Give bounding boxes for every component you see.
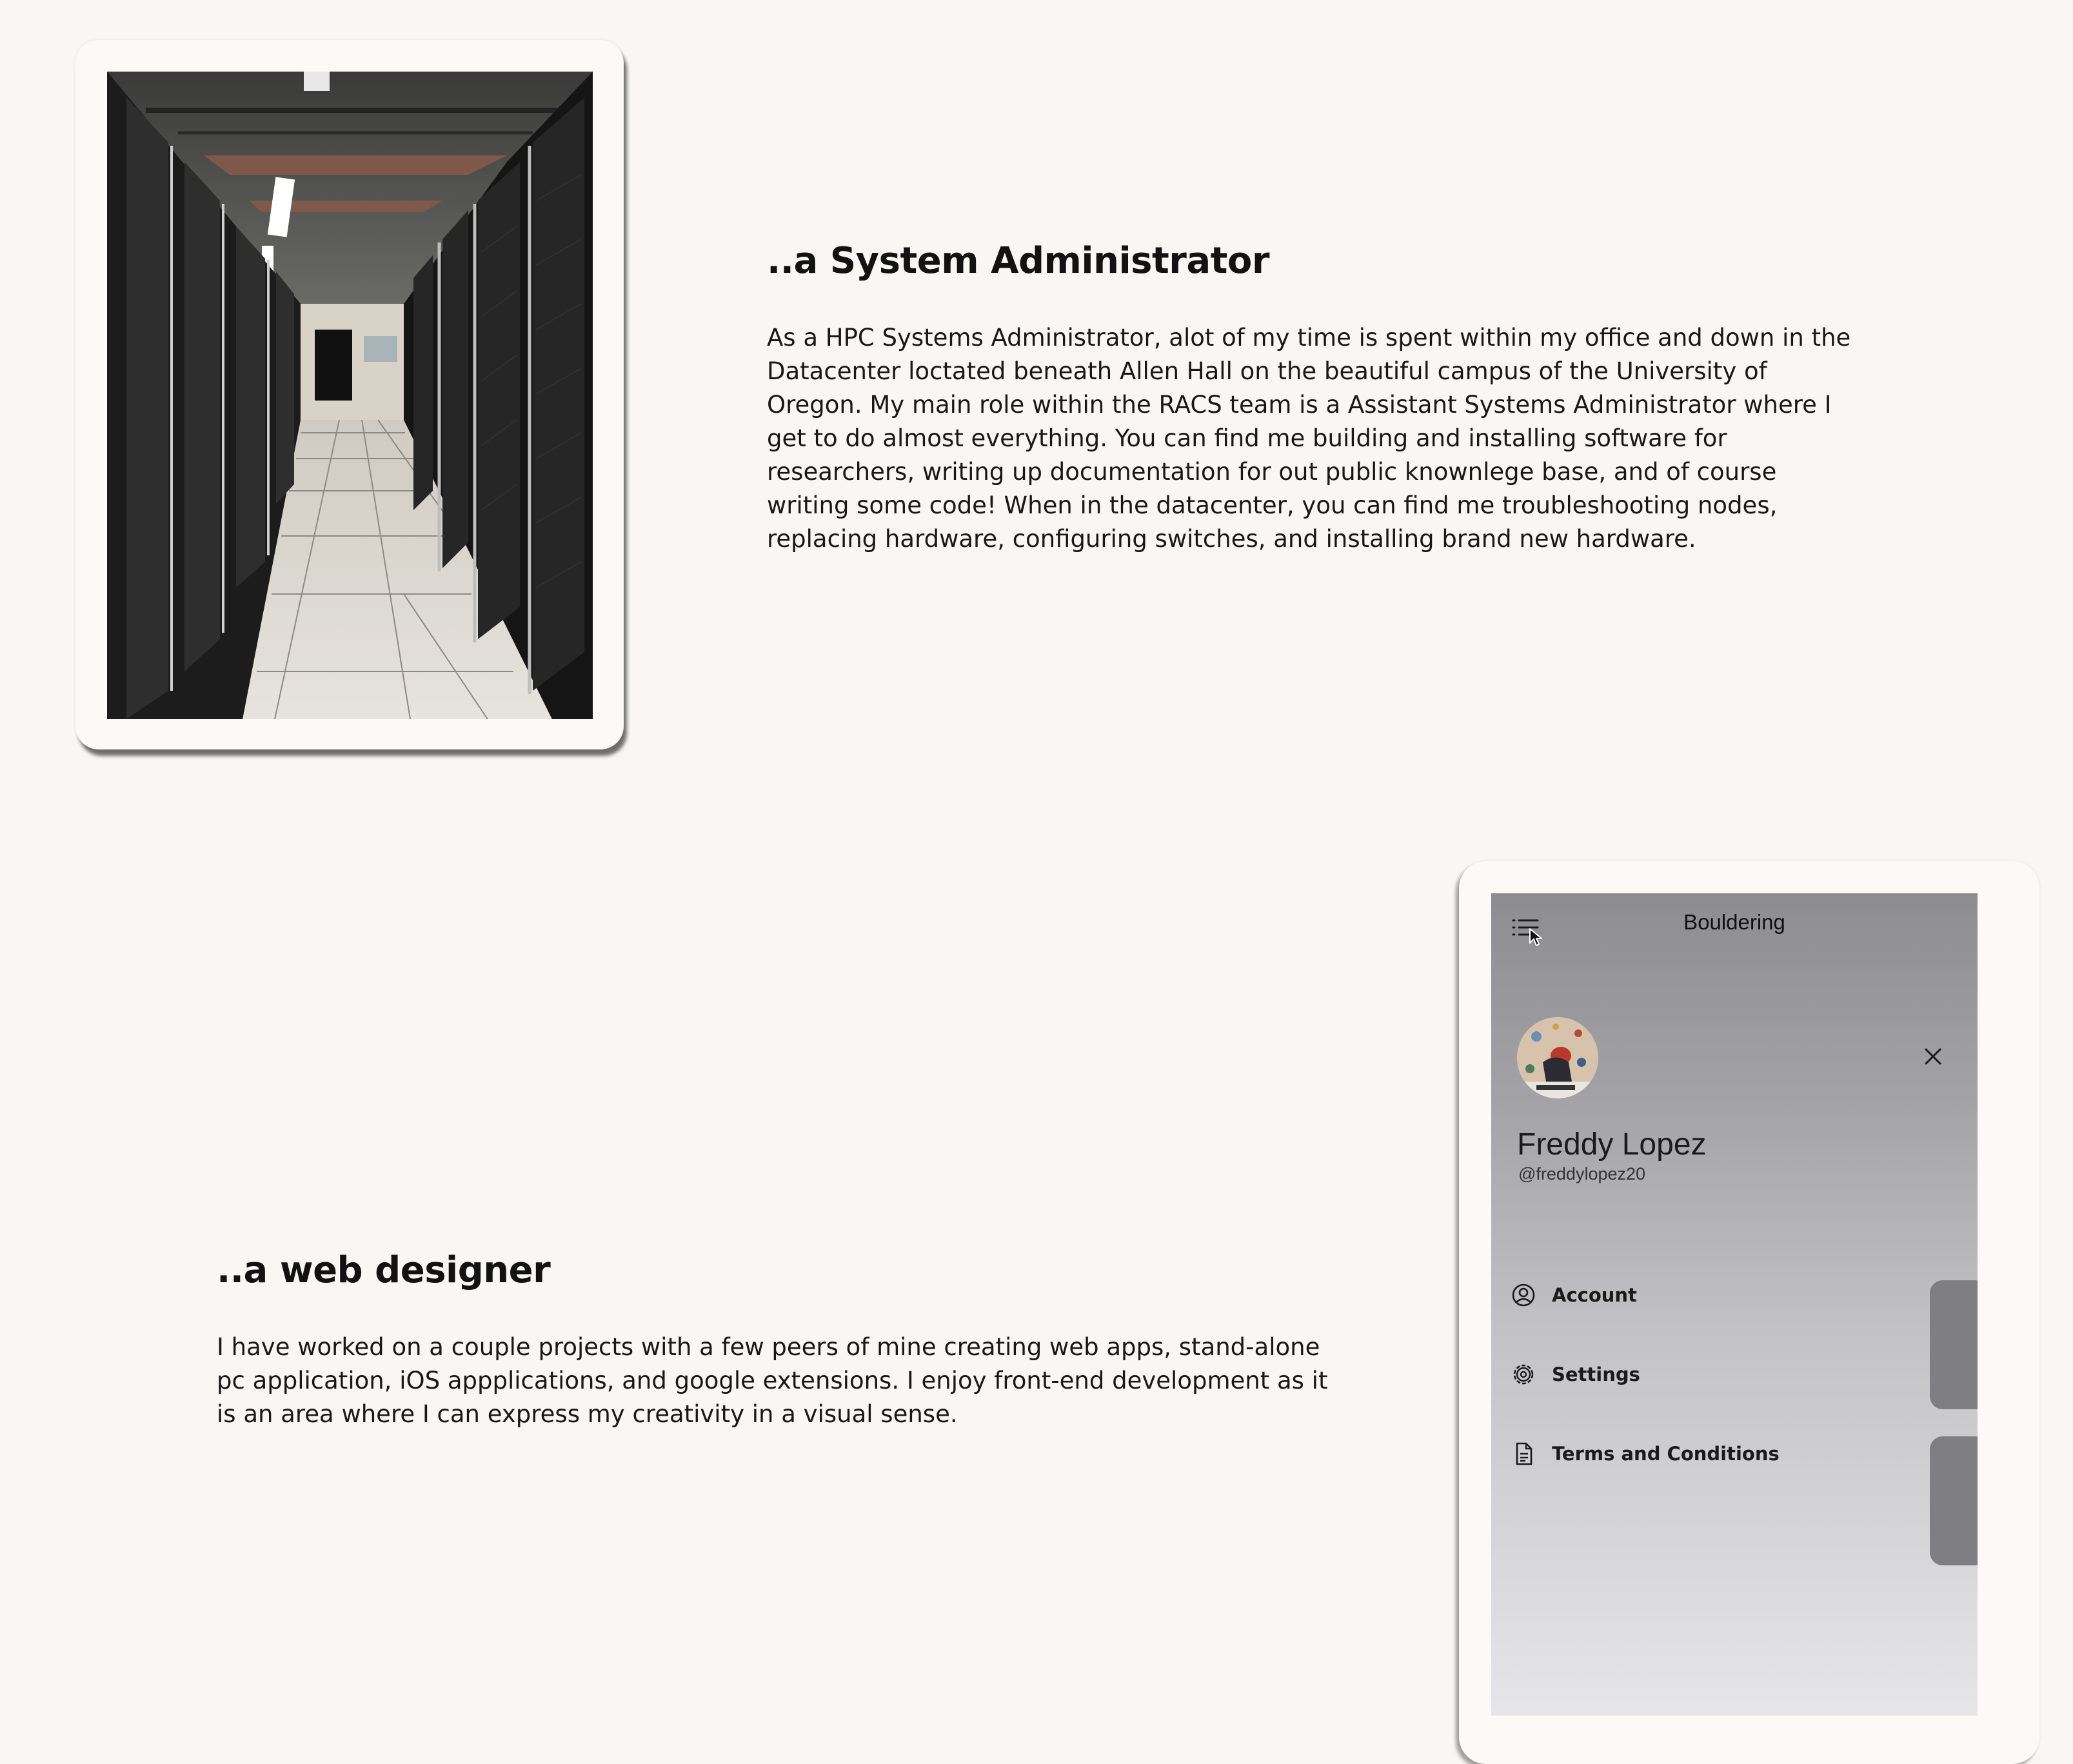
profile-handle: @freddylopez20 — [1518, 1164, 1646, 1184]
side-tab-top[interactable] — [1930, 1280, 1978, 1409]
menu-item-settings[interactable]: Settings — [1511, 1355, 1898, 1394]
webdesign-heading: ..a web designer — [217, 1249, 551, 1291]
sysadmin-heading: ..a System Administrator — [767, 240, 1270, 282]
user-circle-icon — [1511, 1282, 1536, 1308]
menu-item-terms[interactable]: Terms and Conditions — [1511, 1434, 1898, 1473]
app-title: Bouldering — [1683, 910, 1785, 934]
side-tab-bottom[interactable] — [1930, 1436, 1978, 1565]
menu-item-label: Terms and Conditions — [1552, 1443, 1780, 1465]
gear-icon — [1511, 1362, 1536, 1387]
profile-name: Freddy Lopez — [1517, 1127, 1707, 1162]
document-icon — [1511, 1441, 1536, 1467]
close-icon[interactable] — [1917, 1040, 1949, 1073]
menu-item-label: Settings — [1552, 1363, 1640, 1385]
datacenter-photo-card — [75, 40, 624, 749]
datacenter-photo — [107, 72, 593, 719]
sysadmin-description: As a HPC Systems Administrator, alot of … — [767, 324, 1851, 553]
menu-item-label: Account — [1552, 1284, 1637, 1306]
avatar[interactable] — [1517, 1017, 1598, 1098]
webdesign-description: I have worked on a couple projects with … — [217, 1333, 1328, 1428]
menu-item-account[interactable]: Account — [1511, 1276, 1898, 1314]
